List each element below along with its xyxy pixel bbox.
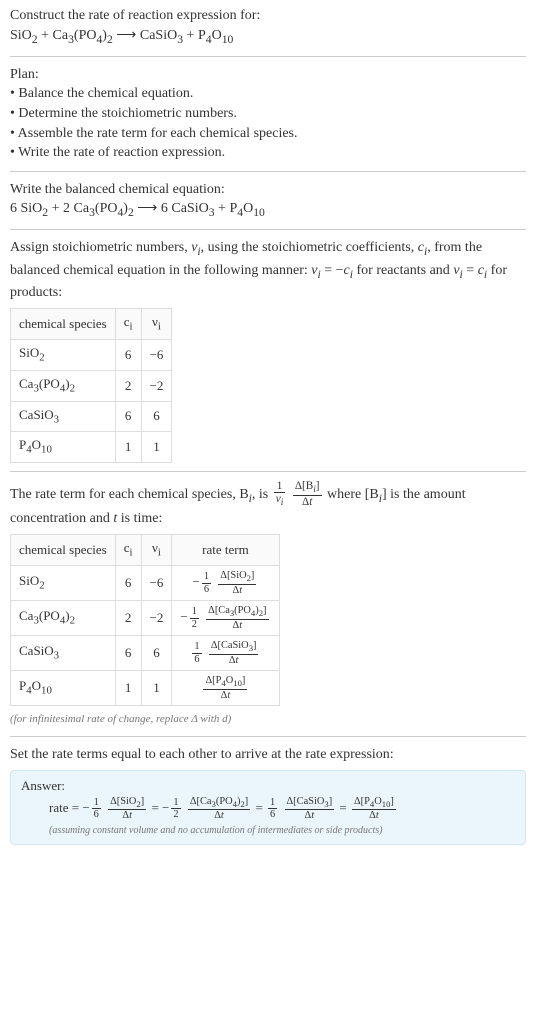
plan-step: • Assemble the rate term for each chemic…	[10, 124, 526, 144]
table-header: ci	[115, 535, 141, 566]
table-cell: P4O10	[11, 671, 116, 706]
plan-step: • Determine the stoichiometric numbers.	[10, 104, 526, 124]
final-intro: Set the rate terms equal to each other t…	[10, 745, 526, 765]
divider	[10, 56, 526, 57]
answer-caption: (assuming constant volume and no accumul…	[21, 824, 515, 838]
table-cell: Ca3(PO4)2	[11, 601, 116, 636]
answer-label: Answer:	[21, 777, 515, 795]
plan-steps: • Balance the chemical equation.• Determ…	[10, 84, 526, 162]
table-header: ci	[115, 309, 141, 340]
table-cell: 6	[115, 636, 141, 671]
table-cell: SiO2	[11, 566, 116, 601]
table-cell: 6	[141, 636, 172, 671]
balanced-equation: 6 SiO2 + 2 Ca3(PO4)2 ⟶ 6 CaSiO3 + P4O10	[10, 199, 526, 221]
table-cell: 6	[115, 340, 141, 371]
table-header: rate term	[172, 535, 279, 566]
table-cell: Δ[P4O10]Δt	[172, 671, 279, 706]
rate-term-table: chemical speciesciνirate termSiO26−6−16 …	[10, 534, 280, 706]
plan-step: • Balance the chemical equation.	[10, 84, 526, 104]
plan-step: • Write the rate of reaction expression.	[10, 143, 526, 163]
table-row: CaSiO366	[11, 401, 172, 432]
table-cell: Ca3(PO4)2	[11, 370, 116, 401]
table-cell: 1	[141, 671, 172, 706]
answer-box: Answer: rate = −16 Δ[SiO2]Δt = −12 Δ[Ca3…	[10, 770, 526, 844]
prompt-text: Construct the rate of reaction expressio…	[10, 6, 526, 26]
table-header: chemical species	[11, 309, 116, 340]
table-row: P4O1011Δ[P4O10]Δt	[11, 671, 280, 706]
balanced-intro: Write the balanced chemical equation:	[10, 180, 526, 200]
divider	[10, 736, 526, 737]
table-row: SiO26−6	[11, 340, 172, 371]
table-cell: 16 Δ[CaSiO3]Δt	[172, 636, 279, 671]
rate-caption: (for infinitesimal rate of change, repla…	[10, 712, 526, 727]
divider	[10, 229, 526, 230]
table-cell: 1	[115, 671, 141, 706]
table-cell: 6	[115, 401, 141, 432]
table-cell: −6	[141, 340, 172, 371]
delta-b-over-delta-t: Δ[Bi]Δt	[293, 480, 322, 509]
table-cell: 1	[141, 432, 172, 463]
table-cell: −2	[141, 601, 172, 636]
table-cell: −16 Δ[SiO2]Δt	[172, 566, 279, 601]
table-cell: 1	[115, 432, 141, 463]
plan-title: Plan:	[10, 65, 526, 85]
rate-intro: The rate term for each chemical species,…	[10, 480, 526, 528]
table-header: νi	[141, 309, 172, 340]
table-row: CaSiO36616 Δ[CaSiO3]Δt	[11, 636, 280, 671]
table-cell: CaSiO3	[11, 401, 116, 432]
table-cell: CaSiO3	[11, 636, 116, 671]
table-cell: 2	[115, 601, 141, 636]
table-header: νi	[141, 535, 172, 566]
table-cell: 6	[115, 566, 141, 601]
table-cell: 6	[141, 401, 172, 432]
table-cell: SiO2	[11, 340, 116, 371]
stoich-table: chemical speciesciνiSiO26−6Ca3(PO4)22−2C…	[10, 308, 172, 463]
table-row: P4O1011	[11, 432, 172, 463]
stoich-intro: Assign stoichiometric numbers, νi, using…	[10, 238, 526, 302]
table-cell: −6	[141, 566, 172, 601]
divider	[10, 171, 526, 172]
table-cell: −12 Δ[Ca3(PO4)2]Δt	[172, 601, 279, 636]
one-over-nu: 1νi	[274, 480, 286, 509]
divider	[10, 471, 526, 472]
table-row: Ca3(PO4)22−2−12 Δ[Ca3(PO4)2]Δt	[11, 601, 280, 636]
table-cell: P4O10	[11, 432, 116, 463]
rate-expression: rate = −16 Δ[SiO2]Δt = −12 Δ[Ca3(PO4)2]Δ…	[21, 796, 515, 822]
unbalanced-equation: SiO2 + Ca3(PO4)2 ⟶ CaSiO3 + P4O10	[10, 26, 526, 48]
table-cell: −2	[141, 370, 172, 401]
table-row: Ca3(PO4)22−2	[11, 370, 172, 401]
table-row: SiO26−6−16 Δ[SiO2]Δt	[11, 566, 280, 601]
table-header: chemical species	[11, 535, 116, 566]
table-cell: 2	[115, 370, 141, 401]
